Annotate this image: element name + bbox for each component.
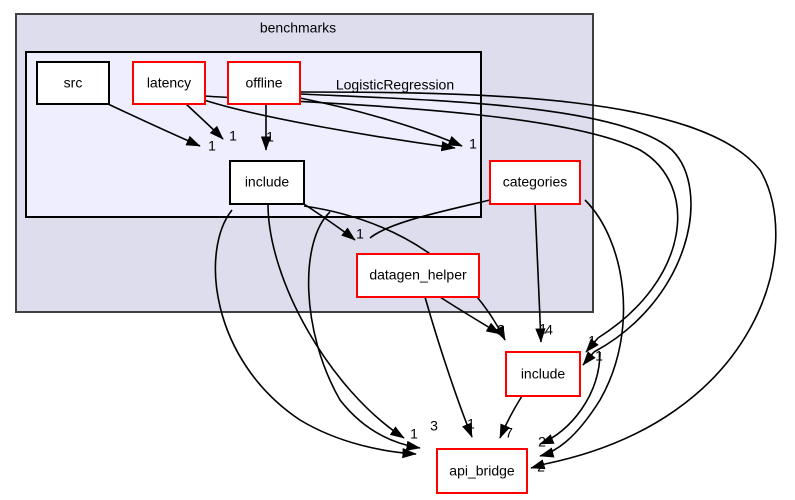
node-include-top[interactable]: include <box>229 160 305 205</box>
node-src[interactable]: src <box>36 61 110 105</box>
edge-label: 2 <box>538 434 546 450</box>
node-offline-label: offline <box>245 75 282 91</box>
edge-offline-to-include-bot-b-head <box>582 351 596 366</box>
edge-label: 3 <box>430 418 438 434</box>
edge-label: 1 <box>469 136 477 152</box>
edge-label: 4 <box>545 322 553 338</box>
node-api-bridge-label: api_bridge <box>449 463 515 479</box>
node-latency-label: latency <box>147 75 191 91</box>
edge-label: 1 <box>356 226 364 242</box>
cluster-benchmarks-label: benchmarks <box>260 20 336 36</box>
graph-canvas: benchmarks LogisticRegression src latenc… <box>15 13 777 494</box>
edge-label: 7 <box>505 425 513 441</box>
node-categories[interactable]: categories <box>489 160 581 205</box>
edge-datagen-helper-to-api-bridge <box>424 296 473 438</box>
node-src-label: src <box>64 75 83 91</box>
edge-label: 1 <box>266 129 274 145</box>
directory-dependency-graph: benchmarks LogisticRegression src latenc… <box>0 0 795 500</box>
node-include-bottom-label: include <box>521 366 566 382</box>
edge-label: 1 <box>208 138 216 154</box>
node-categories-label: categories <box>503 174 568 190</box>
node-api-bridge[interactable]: api_bridge <box>436 448 528 494</box>
edge-label: 2 <box>497 322 505 338</box>
node-include-top-label: include <box>245 174 290 190</box>
edge-label: 1 <box>595 348 603 364</box>
edge-label: 2 <box>537 459 545 475</box>
node-latency[interactable]: latency <box>132 61 206 105</box>
node-include-bottom[interactable]: include <box>505 351 581 397</box>
node-offline[interactable]: offline <box>227 61 301 105</box>
edge-label: 1 <box>229 128 237 144</box>
node-datagen-helper-label: datagen_helper <box>369 267 467 283</box>
edge-label: 1 <box>588 333 596 349</box>
node-datagen-helper[interactable]: datagen_helper <box>356 253 480 298</box>
cluster-logisticregression-label: LogisticRegression <box>336 77 454 93</box>
edge-label: 1 <box>410 426 418 442</box>
edge-label: 1 <box>467 416 475 432</box>
